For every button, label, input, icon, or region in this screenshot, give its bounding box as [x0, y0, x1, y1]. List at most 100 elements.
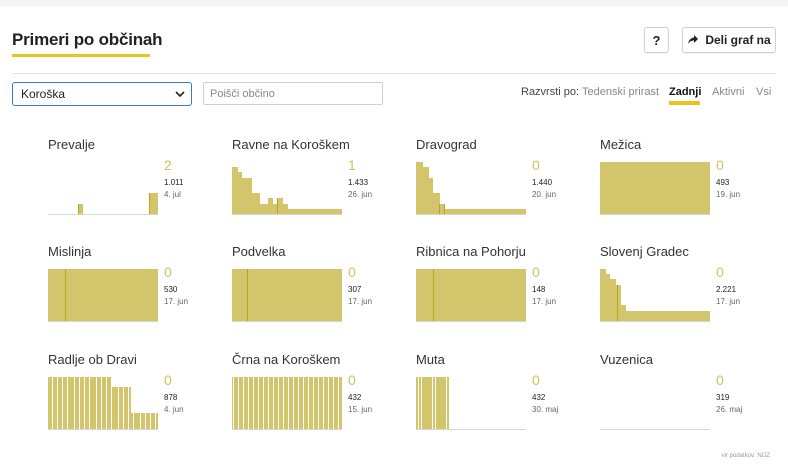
- sparkline-bar: [157, 193, 158, 214]
- last-case-date: 20. jun: [532, 190, 557, 199]
- municipality-tile[interactable]: Črna na Koroškem 0 432 15. jun: [232, 352, 412, 452]
- sparkline-bar: [709, 162, 710, 214]
- municipality-tile[interactable]: Ravne na Koroškem 1 1.433 26. jun: [232, 137, 412, 237]
- municipality-sparkline: [48, 269, 158, 322]
- municipality-name: Mislinja: [48, 244, 92, 259]
- last-case-date: 17. jun: [164, 297, 189, 306]
- municipality-name: Muta: [416, 352, 445, 367]
- last-case-date: 26. maj: [716, 405, 743, 414]
- share-button[interactable]: Deli graf na: [682, 27, 776, 53]
- new-cases-value: 0: [532, 372, 540, 388]
- municipality-sparkline: [600, 378, 710, 430]
- total-cases-value: 493: [716, 178, 730, 187]
- last-case-date: 17. jun: [348, 297, 373, 306]
- share-arrow-icon: [688, 35, 699, 44]
- municipality-tile[interactable]: Prevalje 2 1.011 4. jul: [48, 137, 228, 237]
- municipality-sparkline: [600, 162, 710, 215]
- municipality-name: Radlje ob Dravi: [48, 352, 137, 367]
- municipality-sparkline: [416, 377, 526, 430]
- last-case-date: 17. jun: [532, 297, 557, 306]
- total-cases-value: 432: [532, 393, 546, 402]
- help-button[interactable]: ?: [644, 27, 669, 53]
- municipality-sparkline: [48, 163, 158, 215]
- sparkline-bar: [82, 203, 83, 214]
- new-cases-value: 1: [348, 157, 356, 173]
- sparkline-bar: [446, 377, 450, 429]
- total-cases-value: 148: [532, 285, 546, 294]
- sort-option-all[interactable]: Vsi: [756, 86, 771, 98]
- sparkline-bar: [341, 208, 342, 214]
- sparkline-bar: [155, 413, 158, 429]
- region-select[interactable]: Koroška: [12, 82, 192, 106]
- sparkline-bar: [525, 269, 526, 321]
- new-cases-value: 0: [164, 372, 172, 388]
- new-cases-value: 0: [164, 264, 172, 280]
- sparkline-bar: [525, 208, 526, 214]
- sparkline-bar: [709, 310, 710, 321]
- sparkline-bar: [157, 269, 158, 321]
- municipality-sparkline: [416, 269, 526, 322]
- new-cases-value: 0: [716, 264, 724, 280]
- municipality-name: Ravne na Koroškem: [232, 137, 350, 152]
- total-cases-value: 1.011: [164, 178, 184, 187]
- municipality-name: Dravograd: [416, 137, 477, 152]
- sparkline-bar: [340, 377, 342, 429]
- sort-option-weekly-growth[interactable]: Tedenski prirast: [582, 86, 659, 98]
- sort-option-latest[interactable]: Zadnji: [669, 86, 701, 98]
- last-case-date: 19. jun: [716, 190, 741, 199]
- municipality-name: Črna na Koroškem: [232, 352, 341, 367]
- last-case-date: 26. jun: [348, 190, 373, 199]
- municipality-name: Ribnica na Pohorju: [416, 244, 526, 259]
- municipality-tile[interactable]: Mislinja 0 530 17. jun: [48, 244, 228, 344]
- new-cases-value: 0: [532, 264, 540, 280]
- title-underline: [12, 54, 150, 57]
- total-cases-value: 530: [164, 285, 178, 294]
- total-cases-value: 1.440: [532, 178, 553, 187]
- page-title: Primeri po občinah: [12, 30, 163, 49]
- municipality-tile[interactable]: Ribnica na Pohorju 0 148 17. jun: [416, 244, 596, 344]
- header-divider: [12, 73, 776, 74]
- new-cases-value: 2: [164, 157, 172, 173]
- sparkline-bar: [341, 269, 342, 321]
- municipality-tile[interactable]: Vuzenica 0 319 26. maj: [600, 352, 780, 452]
- municipality-name: Vuzenica: [600, 352, 653, 367]
- last-case-date: 15. jun: [348, 405, 373, 414]
- municipality-name: Mežica: [600, 137, 642, 152]
- chevron-down-icon: [175, 91, 185, 98]
- municipality-name: Slovenj Gradec: [600, 244, 689, 259]
- last-case-date: 17. jun: [716, 297, 741, 306]
- page-card: Primeri po občinah ? Deli graf na Korošk…: [0, 6, 788, 467]
- new-cases-value: 0: [716, 372, 724, 388]
- municipality-search-input[interactable]: [203, 82, 383, 105]
- total-cases-value: 307: [348, 285, 362, 294]
- municipality-name: Prevalje: [48, 137, 95, 152]
- municipality-tile[interactable]: Mežica 0 493 19. jun: [600, 137, 780, 237]
- municipality-sparkline: [232, 377, 342, 430]
- total-cases-value: 432: [348, 393, 362, 402]
- municipality-tile[interactable]: Slovenj Gradec 0 2.221 17. jun: [600, 244, 780, 344]
- sort-option-active[interactable]: Aktivni: [712, 86, 744, 98]
- new-cases-value: 0: [532, 157, 540, 173]
- municipality-tile[interactable]: Muta 0 432 30. maj: [416, 352, 596, 452]
- total-cases-value: 1.433: [348, 178, 369, 187]
- sort-label: Razvrsti po:: [521, 86, 580, 98]
- new-cases-value: 0: [348, 372, 356, 388]
- share-button-label: Deli graf na: [705, 33, 771, 47]
- sort-active-underline: [669, 101, 700, 105]
- new-cases-value: 0: [716, 157, 724, 173]
- municipality-tile[interactable]: Dravograd 0 1.440 20. jun: [416, 137, 596, 237]
- data-source: vir podatkov: NIJZ: [721, 453, 770, 459]
- municipality-sparkline: [48, 377, 158, 430]
- total-cases-value: 319: [716, 393, 730, 402]
- municipality-sparkline: [600, 269, 710, 322]
- last-case-date: 4. jun: [164, 405, 184, 414]
- total-cases-value: 878: [164, 393, 178, 402]
- new-cases-value: 0: [348, 264, 356, 280]
- municipality-sparkline: [232, 269, 342, 322]
- total-cases-value: 2.221: [716, 285, 737, 294]
- last-case-date: 30. maj: [532, 405, 559, 414]
- region-select-value: Koroška: [21, 87, 66, 101]
- municipality-name: Podvelka: [232, 244, 286, 259]
- municipality-tile[interactable]: Radlje ob Dravi 0 878 4. jun: [48, 352, 228, 452]
- municipality-tile[interactable]: Podvelka 0 307 17. jun: [232, 244, 412, 344]
